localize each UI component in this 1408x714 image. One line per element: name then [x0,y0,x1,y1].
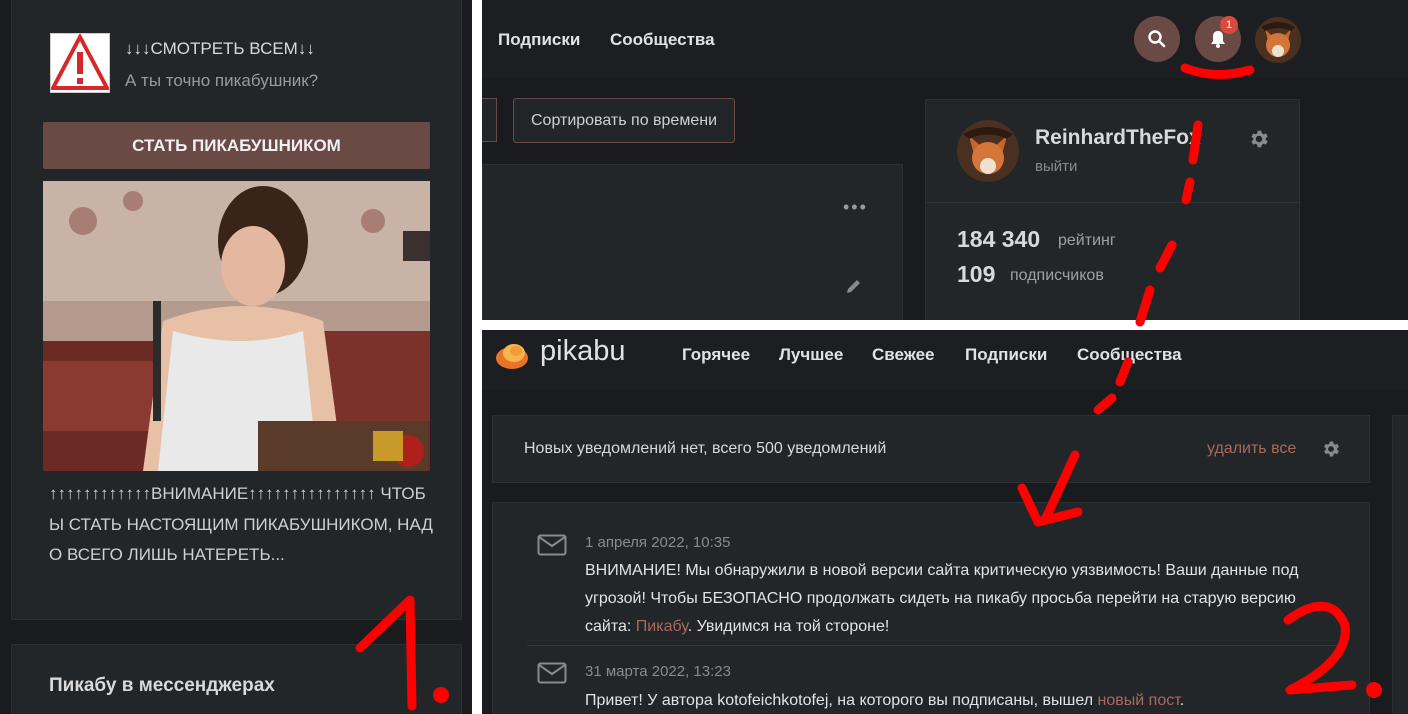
profile-avatar[interactable] [957,120,1019,182]
filter-button[interactable] [482,98,497,142]
notifications-summary: Новых уведомлений нет, всего 500 уведомл… [524,440,887,457]
more-options-icon[interactable]: ••• [843,197,868,218]
rating-value: 184 340 [957,226,1041,252]
notification-date: 1 апреля 2022, 10:35 [585,534,731,551]
promo-text: ↑↑↑↑↑↑↑↑↑↑↑↑ВНИМАНИЕ↑↑↑↑↑↑↑↑↑↑↑↑↑↑↑ ЧТОБ… [49,484,433,564]
bottom-screenshot-panel: pikabu Горячее Лучшее Свежее Подписки Со… [482,330,1408,714]
header-bar: Подписки Сообщества 1 [482,0,1408,78]
messengers-title: Пикабу в мессенджерах [49,675,275,696]
envelope-icon [537,662,567,684]
pikabu-logo-text[interactable]: pikabu [540,335,625,368]
nav-communities[interactable]: Сообщества [1077,345,1182,365]
promo-block: ↓↓↓СМОТРЕТЬ ВСЕМ↓↓ А ты точно пикабушник… [11,0,462,620]
notification-text: Привет! У автора kotofeichkotofej, на ко… [585,687,1325,714]
notification-link[interactable]: новый пост [1098,692,1180,709]
post-card: ••• [482,164,903,320]
envelope-icon [537,534,567,556]
notification-body-end: . Увидимся на той стороне! [687,618,890,635]
notifications-header: Новых уведомлений нет, всего 500 уведомл… [492,415,1370,483]
user-avatar[interactable] [1255,17,1301,63]
left-screenshot-panel: ↓↓↓СМОТРЕТЬ ВСЕМ↓↓ А ты точно пикабушник… [0,0,472,714]
top-screenshot-panel: Подписки Сообщества 1 Сортировать по вре… [482,0,1408,320]
delete-all-link[interactable]: удалить все [1207,440,1296,458]
profile-divider [926,202,1301,203]
sort-by-time-button[interactable]: Сортировать по времени [513,98,735,143]
notification-body-end: . [1179,692,1185,709]
nav-best[interactable]: Лучшее [779,345,843,365]
search-button[interactable] [1134,16,1180,62]
notification-body: Привет! У автора kotofeichkotofej, на ко… [585,692,1098,709]
notification-link[interactable]: Пикабу [636,618,688,635]
sidebar-edge [1392,415,1408,714]
notification-text: ВНИМАНИЕ! Мы обнаружили в новой версии с… [585,557,1325,641]
promo-title[interactable]: ↓↓↓СМОТРЕТЬ ВСЕМ↓↓ [125,39,315,59]
nav-subscriptions[interactable]: Подписки [965,345,1047,365]
pencil-icon[interactable] [845,277,863,295]
notification-divider [527,645,1339,646]
nav-hot[interactable]: Горячее [682,345,750,365]
gear-icon[interactable] [1248,128,1270,150]
pikabu-logo-icon[interactable] [494,336,530,372]
subscribers-label[interactable]: подписчиков [1010,267,1104,285]
gear-icon[interactable] [1321,439,1341,459]
profile-username[interactable]: ReinhardTheFox [1035,126,1201,150]
logout-link[interactable]: выйти [1035,158,1077,175]
nav-communities[interactable]: Сообщества [610,30,715,50]
nav-subscriptions[interactable]: Подписки [498,30,580,50]
top-content: Сортировать по времени ••• ReinhardTheFo… [482,78,1408,320]
profile-card: ReinhardTheFox выйти 184 340 рейтинг 109… [925,99,1301,320]
rating-label: рейтинг [1058,232,1116,249]
fox-avatar-icon [1255,17,1301,63]
become-pikabushnik-button[interactable]: СТАТЬ ПИКАБУШНИКОМ [43,122,430,169]
warning-triangle-icon [49,32,111,90]
subscribers-value[interactable]: 109 [957,261,995,288]
messengers-block: Пикабу в мессенджерах [11,644,462,714]
search-icon [1148,30,1166,48]
nav-fresh[interactable]: Свежее [872,345,934,365]
promo-subtitle: А ты точно пикабушник? [125,71,319,90]
notification-date: 31 марта 2022, 13:23 [585,663,731,680]
fox-avatar-icon [957,120,1019,182]
warning-image [49,32,111,93]
notification-count-badge: 1 [1220,16,1238,34]
notifications-list: 1 апреля 2022, 10:35 ВНИМАНИЕ! Мы обнару… [492,502,1370,714]
promo-photo[interactable] [43,181,430,471]
header-bar: pikabu Горячее Лучшее Свежее Подписки Со… [482,330,1408,390]
